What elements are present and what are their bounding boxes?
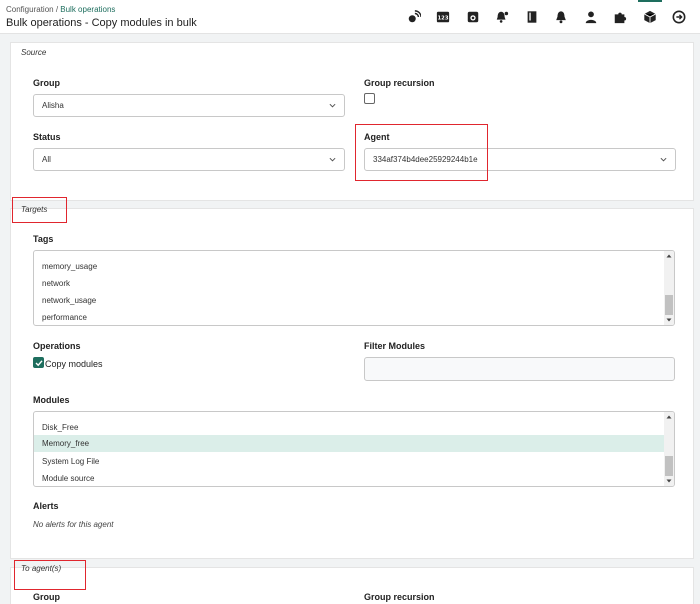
group-label: Group: [33, 78, 60, 88]
modules-label: Modules: [33, 395, 70, 405]
agent-highlight-box: [355, 124, 488, 181]
group-recursion-label: Group recursion: [364, 78, 435, 88]
modules-listbox[interactable]: Disk_Free Memory_free System Log File Mo…: [33, 411, 675, 487]
list-item[interactable]: Module source: [34, 470, 664, 486]
source-legend: Source: [21, 48, 47, 57]
no-alerts-text: No alerts for this agent: [33, 520, 114, 529]
breadcrumb: Configuration / Bulk operations: [6, 5, 115, 14]
chevron-down-icon: [660, 157, 667, 162]
tags-scrollbar[interactable]: [664, 251, 674, 325]
check-icon: [35, 360, 43, 367]
list-item[interactable]: Disk_Free: [34, 419, 664, 436]
filter-modules-label: Filter Modules: [364, 341, 426, 351]
bell-icon[interactable]: [547, 6, 577, 28]
breadcrumb-configuration[interactable]: Configuration: [6, 5, 54, 14]
group-recursion-checkbox[interactable]: [364, 93, 375, 104]
alerts-label: Alerts: [33, 501, 59, 511]
satellite-icon[interactable]: [399, 6, 429, 28]
puzzle-icon[interactable]: [606, 6, 636, 28]
scroll-up-icon[interactable]: [666, 253, 672, 259]
chevron-down-icon: [329, 103, 336, 108]
status-select-value: All: [42, 155, 51, 164]
chevron-down-icon: [329, 157, 336, 162]
modules-scrollbar[interactable]: [664, 412, 674, 486]
list-item[interactable]: network: [34, 275, 664, 292]
book-icon[interactable]: [517, 6, 547, 28]
user-icon[interactable]: [576, 6, 606, 28]
source-panel: [10, 42, 694, 201]
group-select-value: Alisha: [42, 101, 64, 110]
tags-label: Tags: [33, 234, 54, 244]
list-item[interactable]: performance: [34, 309, 664, 325]
list-item[interactable]: network_usage: [34, 292, 664, 309]
status-label: Status: [33, 132, 61, 142]
scroll-up-icon[interactable]: [666, 414, 672, 420]
header-toolbar: 123: [399, 0, 695, 28]
top-bar: Configuration / Bulk operations Bulk ope…: [0, 0, 700, 34]
copy-modules-label: Copy modules: [45, 359, 103, 369]
svg-text:123: 123: [438, 16, 449, 22]
group-select[interactable]: Alisha: [33, 94, 345, 117]
list-item[interactable]: System Log File: [34, 453, 664, 470]
scrollbar-thumb[interactable]: [665, 295, 673, 315]
to-agents-group-recursion-label: Group recursion: [364, 592, 435, 602]
to-agents-panel: [10, 567, 694, 604]
camera-icon[interactable]: [458, 6, 488, 28]
cube-icon[interactable]: [635, 0, 665, 28]
operations-label: Operations: [33, 341, 81, 351]
logout-icon[interactable]: [665, 6, 695, 28]
list-item[interactable]: memory_usage: [34, 258, 664, 275]
scrollbar-thumb[interactable]: [665, 456, 673, 476]
breadcrumb-bulk-operations[interactable]: Bulk operations: [60, 5, 115, 14]
copy-modules-checkbox[interactable]: [33, 357, 44, 368]
to-agents-highlight-box: [14, 560, 86, 590]
status-select[interactable]: All: [33, 148, 345, 171]
counter-123-icon[interactable]: 123: [429, 6, 459, 28]
filter-modules-input[interactable]: [364, 357, 675, 381]
page-title: Bulk operations - Copy modules in bulk: [6, 17, 197, 29]
list-item-selected[interactable]: Memory_free: [34, 435, 664, 452]
targets-highlight-box: [12, 197, 67, 223]
to-agents-group-label: Group: [33, 592, 60, 602]
bell-settings-icon[interactable]: [488, 6, 518, 28]
scroll-down-icon[interactable]: [666, 478, 672, 484]
tags-listbox[interactable]: memory_usage network network_usage perfo…: [33, 250, 675, 326]
scroll-down-icon[interactable]: [666, 317, 672, 323]
